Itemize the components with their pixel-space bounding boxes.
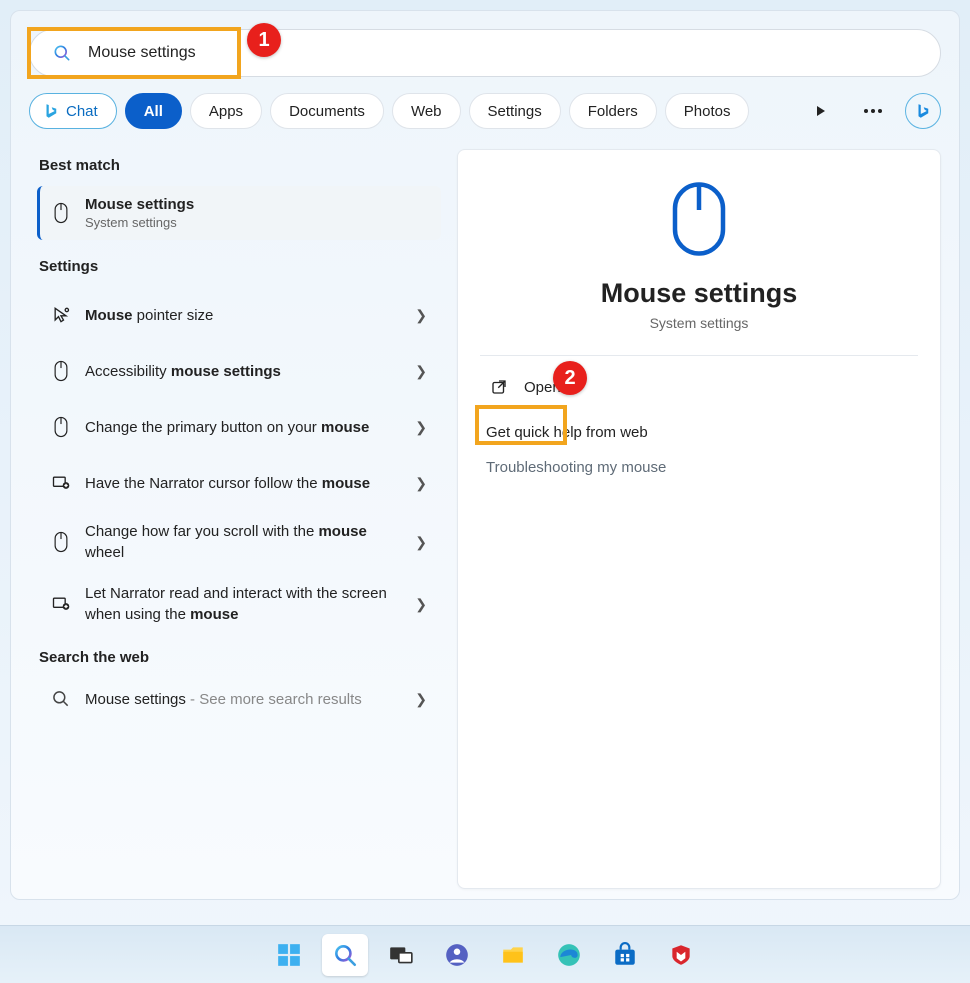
bing-icon: [42, 102, 60, 120]
annotation-badge-2: 2: [553, 361, 587, 395]
chevron-right-icon: ❯: [415, 475, 427, 492]
mouse-icon: [47, 202, 75, 224]
best-match-subtitle: System settings: [85, 215, 427, 230]
best-match-title: Mouse settings: [85, 196, 427, 213]
taskbar-explorer[interactable]: [490, 934, 536, 976]
settings-result-title: Have the Narrator cursor follow the mous…: [85, 473, 407, 494]
settings-result-title: Accessibility mouse settings: [85, 361, 407, 382]
settings-result[interactable]: Change how far you scroll with the mouse…: [37, 511, 441, 573]
taskbar-chat[interactable]: [434, 934, 480, 976]
search-panel: 1 Chat All Apps Documents Web Settings F…: [10, 10, 960, 900]
annotation-badge-1: 1: [247, 23, 281, 57]
narrator-icon: [47, 472, 75, 494]
tabs-more-right-icon[interactable]: [807, 104, 835, 118]
chevron-right-icon: ❯: [415, 596, 427, 613]
taskbar-store[interactable]: [602, 934, 648, 976]
mouse-icon: [47, 416, 75, 438]
chevron-right-icon: ❯: [415, 419, 427, 436]
web-result[interactable]: Mouse settings - See more search results…: [37, 678, 441, 720]
tab-photos[interactable]: Photos: [665, 93, 750, 129]
settings-result-title: Let Narrator read and interact with the …: [85, 583, 407, 625]
quick-help-header: Get quick help from web: [486, 424, 914, 441]
tab-documents[interactable]: Documents: [270, 93, 384, 129]
open-icon: [490, 378, 508, 396]
taskbar-search[interactable]: [322, 934, 368, 976]
preview-pane: Mouse settings System settings Open Get …: [457, 149, 941, 889]
taskbar-mcafee[interactable]: [658, 934, 704, 976]
settings-result-title: Change how far you scroll with the mouse…: [85, 521, 407, 563]
tab-chat[interactable]: Chat: [29, 93, 117, 129]
chevron-right-icon: ❯: [415, 363, 427, 380]
search-input[interactable]: [88, 44, 918, 62]
tabs-overflow-icon[interactable]: [859, 108, 887, 114]
settings-result[interactable]: Accessibility mouse settings ❯: [37, 343, 441, 399]
taskbar-edge[interactable]: [546, 934, 592, 976]
tab-folders[interactable]: Folders: [569, 93, 657, 129]
filter-tabs: Chat All Apps Documents Web Settings Fol…: [29, 93, 941, 129]
search-icon: [52, 43, 72, 63]
taskbar: [0, 925, 970, 983]
mouse-icon: [47, 531, 75, 553]
tab-apps[interactable]: Apps: [190, 93, 262, 129]
search-box[interactable]: [29, 29, 941, 77]
narrator-icon: [47, 593, 75, 615]
chevron-right-icon: ❯: [415, 307, 427, 324]
preview-subtitle: System settings: [650, 315, 749, 331]
tab-chat-label: Chat: [66, 103, 98, 120]
web-header: Search the web: [39, 649, 441, 666]
tab-settings[interactable]: Settings: [469, 93, 561, 129]
results-column: Best match Mouse settings System setting…: [29, 149, 451, 889]
bing-icon: [914, 101, 932, 121]
chevron-right-icon: ❯: [415, 534, 427, 551]
open-button[interactable]: Open: [484, 368, 914, 406]
bing-button[interactable]: [905, 93, 941, 129]
settings-result-title: Mouse pointer size: [85, 305, 407, 326]
settings-results: Mouse pointer size❯Accessibility mouse s…: [37, 287, 441, 635]
mouse-icon-large: [668, 180, 730, 258]
tab-web[interactable]: Web: [392, 93, 461, 129]
taskbar-start[interactable]: [266, 934, 312, 976]
taskbar-taskview[interactable]: [378, 934, 424, 976]
settings-header: Settings: [39, 258, 441, 275]
settings-result[interactable]: Have the Narrator cursor follow the mous…: [37, 455, 441, 511]
settings-result[interactable]: Change the primary button on your mouse ❯: [37, 399, 441, 455]
chevron-right-icon: ❯: [415, 691, 427, 708]
tab-all[interactable]: All: [125, 93, 182, 129]
mouse-icon: [47, 360, 75, 382]
pointer-size-icon: [47, 304, 75, 326]
web-result-title: Mouse settings - See more search results: [85, 691, 407, 708]
settings-result-title: Change the primary button on your mouse: [85, 417, 407, 438]
best-match-result[interactable]: Mouse settings System settings: [37, 186, 441, 240]
preview-title: Mouse settings: [601, 278, 798, 309]
best-match-header: Best match: [39, 157, 441, 174]
settings-result[interactable]: Mouse pointer size ❯: [37, 287, 441, 343]
search-icon: [47, 688, 75, 710]
help-link-troubleshoot[interactable]: Troubleshooting my mouse: [484, 451, 914, 484]
settings-result[interactable]: Let Narrator read and interact with the …: [37, 573, 441, 635]
divider: [480, 355, 918, 356]
